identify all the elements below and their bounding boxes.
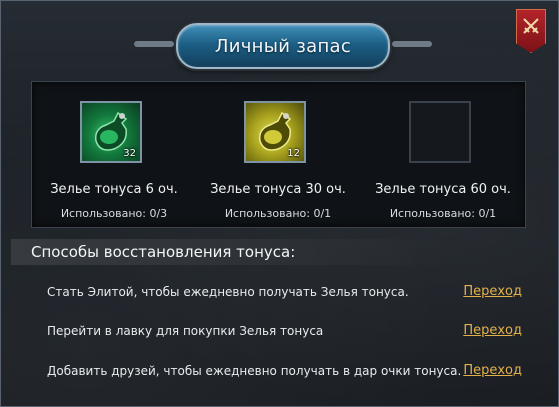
potion-item: 32 Зелье тонуса 6 оч. Использовано: 0/3 [32,82,196,227]
potion-item: 12 Зелье тонуса 30 оч. Использовано: 0/1 [196,82,360,227]
recovery-way-text: Перейти в лавку для покупки Зелья тонуса [47,324,324,338]
go-link[interactable]: Переход [463,284,522,299]
recovery-way-row: Добавить друзей, чтобы ежедневно получат… [1,360,558,384]
potion-used-count: Использовано: 0/1 [224,207,332,220]
recovery-way-row: Перейти в лавку для покупки Зелья тонуса… [1,320,558,344]
recovery-way-row: Стать Элитой, чтобы ежедневно получать З… [1,281,558,305]
go-link[interactable]: Переход [463,363,522,378]
recovery-way-text: Добавить друзей, чтобы ежедневно получат… [47,364,462,378]
item-count: 32 [123,148,136,159]
potions-panel: 32 Зелье тонуса 6 оч. Использовано: 0/3 … [31,81,526,228]
title-plate-left-ornament [134,41,174,47]
recovery-way-text: Стать Элитой, чтобы ежедневно получать З… [47,285,409,299]
recovery-ways-title: Способы восстановления тонуса: [31,243,296,261]
go-link[interactable]: Переход [463,323,522,338]
window-title: Личный запас [214,35,352,57]
personal-stock-window: Личный запас 32 Зелье тонуса 6 оч. Испол… [0,0,559,407]
potion-slot[interactable]: 12 [244,101,306,163]
recovery-ways-header: Способы восстановления тонуса: [11,239,451,265]
title-plate-right-ornament [392,41,432,47]
potion-slot[interactable]: 32 [80,101,142,163]
potion-used-count: Использовано: 0/3 [60,207,168,220]
potion-item: Зелье тонуса 60 оч. Использовано: 0/1 [361,82,525,227]
potion-name: Зелье тонуса 60 оч. [375,182,511,197]
potion-name: Зелье тонуса 30 оч. [210,182,346,197]
window-title-plate: Личный запас [134,23,432,69]
close-button[interactable] [516,9,546,53]
potion-used-count: Использовано: 0/1 [389,207,497,220]
crossed-swords-icon [523,18,539,34]
potion-name: Зелье тонуса 6 оч. [50,182,178,197]
empty-potion-slot[interactable] [409,101,471,163]
item-count: 12 [287,148,300,159]
